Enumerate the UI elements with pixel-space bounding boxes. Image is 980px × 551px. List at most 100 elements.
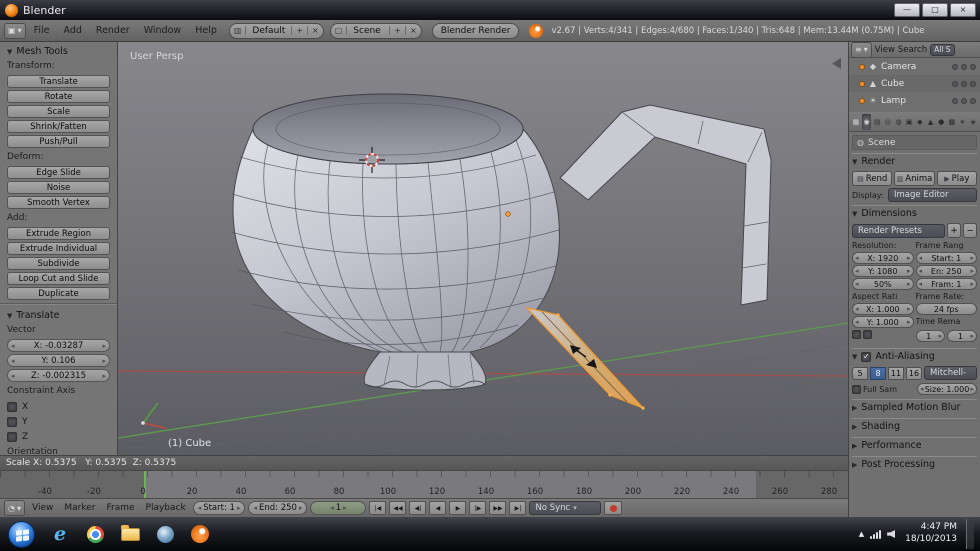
sync-mode-select[interactable]: No Sync ▾	[529, 501, 601, 515]
frame-end-prop-field[interactable]: ◂ En: 250 ▸	[916, 265, 978, 277]
prev-keyframe-button[interactable]: ◀◀	[389, 501, 406, 515]
increment-arrow-icon[interactable]: ▸	[907, 267, 911, 275]
constraint-x-checkbox[interactable]	[7, 402, 17, 412]
explorer-button[interactable]	[114, 520, 146, 548]
editor-type-button[interactable]: ▣ ▾	[4, 23, 26, 39]
increment-arrow-icon[interactable]: ▸	[970, 267, 974, 275]
timeline-menu-marker[interactable]: Marker	[60, 503, 99, 513]
increment-arrow-icon[interactable]: ▸	[970, 280, 974, 288]
scale-button[interactable]: Scale	[7, 105, 110, 118]
increment-arrow-icon[interactable]: ▸	[102, 372, 106, 380]
push-pull-button[interactable]: Push/Pull	[7, 135, 110, 148]
display-mode-select[interactable]: Image Editor	[888, 188, 977, 202]
jump-to-end-button[interactable]: ▶|	[509, 501, 526, 515]
frame-back-button[interactable]: ◀	[429, 501, 446, 515]
full-sample-checkbox[interactable]	[852, 385, 861, 394]
increment-arrow-icon[interactable]: ▸	[237, 504, 241, 512]
render-presets-select[interactable]: Render Presets	[852, 224, 945, 238]
layout-browse-icon[interactable]: ▥	[230, 26, 247, 35]
aa-samples-11-button[interactable]: 11	[888, 367, 904, 380]
close-button[interactable]: ×	[950, 3, 976, 17]
blender-taskbar-button[interactable]	[184, 520, 216, 548]
jump-to-start-button[interactable]: |◀	[369, 501, 386, 515]
timeline-menu-view[interactable]: View	[28, 503, 57, 513]
shrink-fatten-button[interactable]: Shrink/Fatten	[7, 120, 110, 133]
outliner-menu-view[interactable]: View	[875, 45, 895, 55]
extrude-region-button[interactable]: Extrude Region	[7, 227, 110, 240]
texture-tab-icon[interactable]: ∗	[958, 114, 968, 130]
increment-arrow-icon[interactable]: ▸	[102, 342, 106, 350]
outliner-menu-search[interactable]: Search	[898, 45, 927, 55]
increment-arrow-icon[interactable]: ▸	[970, 254, 974, 262]
frame-step-field[interactable]: ◂ Fram: 1 ▸	[916, 278, 978, 290]
time-remap-old-field[interactable]: 1 ▸	[916, 330, 946, 342]
scene-browse-icon[interactable]: ▢	[331, 26, 348, 35]
frame-start-field[interactable]: ◂ Start: 1 ▸	[193, 501, 246, 515]
constraints-tab-icon[interactable]: ◆	[915, 114, 925, 130]
decrement-arrow-icon[interactable]: ◂	[198, 504, 202, 512]
edge-slide-button[interactable]: Edge Slide	[7, 166, 110, 179]
properties-editor-icon[interactable]: ▦	[851, 114, 861, 130]
taskbar-clock[interactable]: 4:47 PM 18/10/2013	[905, 522, 957, 545]
visibility-icon[interactable]	[952, 98, 958, 104]
aa-samples-8-button[interactable]: 8	[870, 367, 886, 380]
delete-scene-button[interactable]: ×	[405, 26, 421, 35]
play-button[interactable]: ▶	[449, 501, 466, 515]
viewport-canvas[interactable]: User Persp (1) Cube	[118, 42, 848, 455]
scene-name[interactable]: Scene	[347, 26, 389, 36]
timeline-ruler[interactable]: -40 -20 0 20 40 60 80 100 120 140 160 18…	[0, 470, 848, 498]
render-animation-button[interactable]: ▥ Anima	[894, 171, 934, 186]
render-layers-tab-icon[interactable]: ▤	[872, 114, 882, 130]
outliner-filter-select[interactable]: All S	[930, 44, 954, 56]
vector-y-field[interactable]: ◂ Y: 0.106 ▸	[7, 354, 110, 367]
selectability-icon[interactable]	[961, 64, 967, 70]
selectability-icon[interactable]	[961, 81, 967, 87]
renderability-icon[interactable]	[970, 81, 976, 87]
aa-samples-5-button[interactable]: 5	[852, 367, 868, 380]
motion-blur-panel-header[interactable]: ▶ Sampled Motion Blur	[852, 399, 977, 415]
render-image-button[interactable]: ▤ Rend	[852, 171, 892, 186]
media-player-button[interactable]	[149, 520, 181, 548]
object-tab-icon[interactable]: ▣	[904, 114, 914, 130]
antialiasing-checkbox[interactable]: ✓	[861, 352, 871, 362]
aspect-y-field[interactable]: ◂ Y: 1.000 ▸	[852, 316, 914, 328]
add-preset-button[interactable]: +	[947, 223, 961, 238]
noise-button[interactable]: Noise	[7, 181, 110, 194]
outliner-item-camera[interactable]: ◆ Camera	[849, 58, 980, 75]
decrement-arrow-icon[interactable]: ◂	[330, 504, 334, 512]
aspect-x-field[interactable]: ◂ X: 1.000 ▸	[852, 303, 914, 315]
resolution-y-field[interactable]: ◂ Y: 1080 ▸	[852, 265, 914, 277]
volume-icon[interactable]	[887, 530, 895, 538]
scene-tab-icon[interactable]: ◎	[883, 114, 893, 130]
selectability-icon[interactable]	[961, 98, 967, 104]
increment-arrow-icon[interactable]: ▸	[970, 385, 974, 393]
duplicate-button[interactable]: Duplicate	[7, 287, 110, 300]
vector-z-field[interactable]: ◂ Z: -0.002315 ▸	[7, 369, 110, 382]
extrude-individual-button[interactable]: Extrude Individual	[7, 242, 110, 255]
aa-size-field[interactable]: ◂ Size: 1.000 ▸	[917, 383, 977, 395]
outliner-item-lamp[interactable]: ☀ Lamp	[849, 92, 980, 109]
performance-panel-header[interactable]: ▶ Performance	[852, 437, 977, 453]
world-tab-icon[interactable]: ◍	[894, 114, 904, 130]
auto-keyframe-button[interactable]	[604, 501, 622, 515]
border-checkbox[interactable]	[852, 330, 861, 339]
data-tab-icon[interactable]: ●	[936, 114, 946, 130]
frame-forward-button[interactable]: |▶	[469, 501, 486, 515]
minimize-button[interactable]: —	[894, 3, 920, 17]
constraint-z-checkbox[interactable]	[7, 432, 17, 442]
viewport-3d[interactable]: User Persp (1) Cube	[118, 42, 848, 455]
increment-arrow-icon[interactable]: ▸	[299, 504, 303, 512]
visibility-icon[interactable]	[952, 81, 958, 87]
dimensions-panel-header[interactable]: ▼ Dimensions	[852, 205, 977, 221]
tray-expand-icon[interactable]: ▲	[859, 530, 864, 538]
physics-tab-icon[interactable]: ◈	[968, 114, 978, 130]
play-reverse-button[interactable]: ◀|	[409, 501, 426, 515]
play-rendered-button[interactable]: ▶ Play	[937, 171, 977, 186]
menu-file[interactable]: File	[28, 25, 56, 36]
rotate-button[interactable]: Rotate	[7, 90, 110, 103]
aa-samples-16-button[interactable]: 16	[906, 367, 922, 380]
visibility-icon[interactable]	[952, 64, 958, 70]
resolution-percent-field[interactable]: ◂ 50% ▸	[852, 278, 914, 290]
increment-arrow-icon[interactable]: ▸	[970, 332, 974, 340]
internet-explorer-button[interactable]: e	[44, 520, 76, 548]
